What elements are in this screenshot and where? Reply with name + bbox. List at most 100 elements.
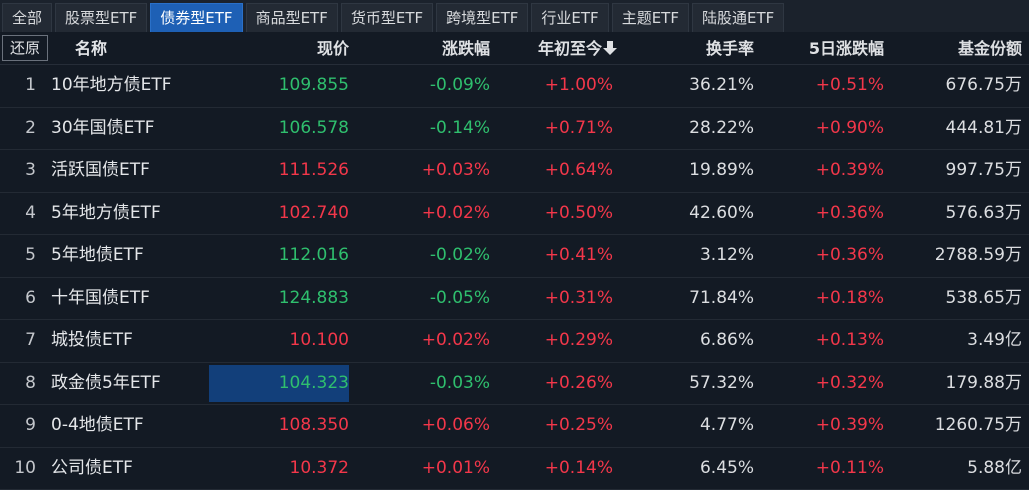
row-turnover: 28.22% [689,117,754,138]
tab-4[interactable]: 货币型ETF [340,3,434,32]
row-turnover: 42.60% [689,202,754,223]
row-turnover: 36.21% [689,75,754,95]
row-turnover: 71.84% [689,287,754,308]
table-row[interactable]: 5 5年地债ETF 112.016 -0.02% +0.41% 3.12% +0.36% 27… [0,235,1029,278]
etf-table: 还原 名称 现价 涨跌幅 年初至今 换手率 5日涨跌幅 基金份额 1 10年地方债… [0,33,1029,490]
table-row[interactable]: 9 0-4地债ETF 108.350 +0.06% +0.25% 4.77% +0.39% 1… [0,405,1029,448]
row-turnover: 6.45% [699,457,754,478]
header-name[interactable]: 名称 [75,33,107,64]
table-row[interactable]: 3 活跃国债ETF 111.526 +0.03% +0.64% 19.89% +0.39% 9… [0,150,1029,193]
table-row[interactable]: 6 十年国债ETF 124.883 -0.05% +0.31% 71.84% +0.18% 5… [0,278,1029,320]
tab-8[interactable]: 陆股通ETF [691,3,785,32]
row-price: 108.350 [278,415,349,435]
row-ytd: +0.25% [544,415,613,435]
row-change5d: +0.36% [815,202,884,223]
row-name: 政金债5年ETF [51,372,161,393]
row-change5d: +0.90% [815,117,884,138]
row-turnover: 6.86% [699,330,754,350]
tab-2[interactable]: 债券型ETF [150,3,243,32]
row-ytd: +0.41% [544,245,613,265]
row-shares: 3.49亿 [967,330,1022,350]
table-row[interactable]: 4 5年地方债ETF 102.740 +0.02% +0.50% 42.60% +0.36%… [0,193,1029,235]
row-change: -0.09% [429,75,490,95]
header-turnover[interactable]: 换手率 [706,33,754,64]
tab-3[interactable]: 商品型ETF [245,3,338,32]
row-ytd: +0.14% [544,457,613,478]
tab-5[interactable]: 跨境型ETF [436,3,529,32]
table-row[interactable]: 7 城投债ETF 10.100 +0.02% +0.29% 6.86% +0.13% 3.49… [0,320,1029,363]
row-change5d: +0.39% [815,415,884,435]
table-body: 1 10年地方债ETF 109.855 -0.09% +1.00% 36.21% +0.51… [0,65,1029,490]
row-ytd: +1.00% [544,75,613,95]
tab-1[interactable]: 股票型ETF [55,3,148,32]
row-ytd: +0.71% [544,117,613,138]
row-change: +0.01% [421,457,490,478]
row-name: 5年地方债ETF [51,202,161,223]
row-change: -0.02% [429,245,490,265]
row-price: 111.526 [278,160,349,180]
tab-0[interactable]: 全部 [2,3,53,32]
sort-desc-icon [603,41,617,55]
row-name: 5年地债ETF [51,245,144,265]
table-row[interactable]: 10 公司债ETF 10.372 +0.01% +0.14% 6.45% +0.11% 5.8… [0,448,1029,490]
row-change5d: +0.36% [815,245,884,265]
header-ytd-label: 年初至今 [537,39,602,58]
row-price: 112.016 [278,245,349,265]
header-change[interactable]: 涨跌幅 [442,33,490,64]
row-index: 5 [25,245,36,265]
header-price[interactable]: 现价 [317,33,349,64]
category-tab-bar: 全部 股票型ETF 债券型ETF 商品型ETF 货币型ETF 跨境型ETF 行业ETF 主题E… [0,0,1029,32]
row-index: 8 [25,372,36,393]
row-index: 1 [25,75,36,95]
row-shares: 538.65万 [945,287,1022,308]
row-name: 活跃国债ETF [51,160,150,180]
row-turnover: 4.77% [699,415,754,435]
row-ytd: +0.26% [544,372,613,393]
row-shares: 5.88亿 [967,457,1022,478]
row-price: 10.372 [289,457,349,478]
row-ytd: +0.64% [544,160,613,180]
row-shares: 997.75万 [945,160,1022,180]
row-turnover: 3.12% [699,245,754,265]
row-price: 106.578 [278,117,349,138]
row-change5d: +0.13% [815,330,884,350]
row-ytd: +0.29% [544,330,613,350]
row-index: 2 [25,117,36,138]
header-ytd[interactable]: 年初至今 [538,33,617,64]
tab-7[interactable]: 主题ETF [611,3,689,32]
row-change: +0.06% [421,415,490,435]
row-index: 3 [25,160,36,180]
row-name: 十年国债ETF [51,287,150,308]
row-index: 9 [25,415,36,435]
row-ytd: +0.31% [544,287,613,308]
table-row[interactable]: 8 政金债5年ETF 104.323 -0.03% +0.26% 57.32% +0.32%… [0,363,1029,405]
row-index: 4 [25,202,36,223]
row-shares: 676.75万 [945,75,1022,95]
row-shares: 1260.75万 [934,415,1022,435]
row-turnover: 19.89% [689,160,754,180]
table-header: 还原 名称 现价 涨跌幅 年初至今 换手率 5日涨跌幅 基金份额 [0,33,1029,65]
row-ytd: +0.50% [544,202,613,223]
row-change: +0.02% [421,330,490,350]
row-turnover: 57.32% [689,372,754,393]
row-index: 7 [25,330,36,350]
row-shares: 444.81万 [945,117,1022,138]
table-row[interactable]: 2 30年国债ETF 106.578 -0.14% +0.71% 28.22% +0.90%… [0,108,1029,150]
restore-button[interactable]: 还原 [2,35,48,61]
row-price: 10.100 [289,330,349,350]
row-price: 124.883 [278,287,349,308]
tab-6[interactable]: 行业ETF [531,3,609,32]
header-shares[interactable]: 基金份额 [958,33,1022,64]
row-name: 30年国债ETF [51,117,155,138]
table-row[interactable]: 1 10年地方债ETF 109.855 -0.09% +1.00% 36.21% +0.51… [0,65,1029,108]
row-change5d: +0.39% [815,160,884,180]
row-name: 公司债ETF [51,457,133,478]
row-shares: 576.63万 [945,202,1022,223]
row-price: 102.740 [278,202,349,223]
row-price: 104.323 [278,372,349,393]
header-change5d[interactable]: 5日涨跌幅 [809,33,884,64]
row-shares: 179.88万 [945,372,1022,393]
row-name: 10年地方债ETF [51,75,172,95]
row-price: 109.855 [278,75,349,95]
row-change5d: +0.11% [815,457,884,478]
